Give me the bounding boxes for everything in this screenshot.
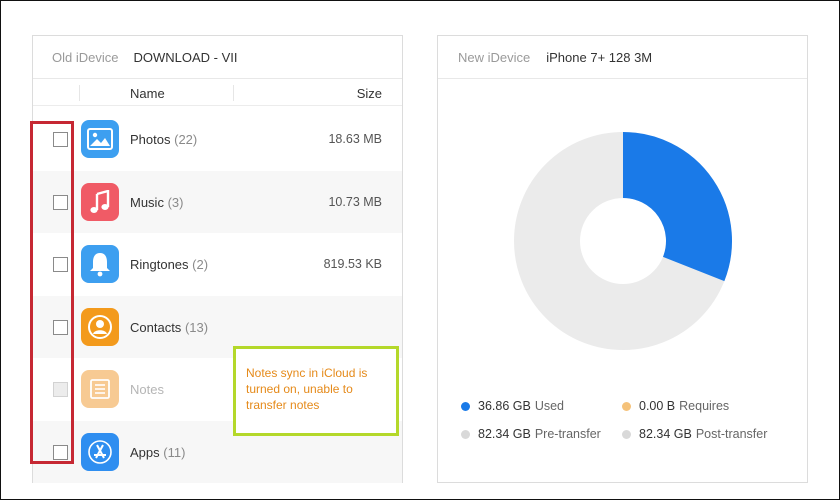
post-transfer-dot-icon (622, 429, 631, 439)
old-device-header: Old iDevice DOWNLOAD - VII (33, 36, 402, 79)
requires-dot-icon (622, 401, 631, 411)
new-device-panel: New iDevice iPhone 7+ 128 3M 36.86 GB Us… (437, 35, 808, 483)
legend-requires: 0.00 B Requires (622, 399, 729, 413)
list-item-photos[interactable]: Photos (22) 18.63 MB (33, 108, 402, 171)
list-item-ringtones[interactable]: Ringtones (2) 819.53 KB (33, 233, 402, 296)
music-label: Music (3) (130, 194, 184, 210)
legend-pre-transfer: 82.34 GB Pre-transfer (461, 427, 601, 441)
pre-transfer-dot-icon (461, 429, 470, 439)
notes-warning-callout: Notes sync in iCloud is turned on, unabl… (233, 346, 399, 436)
legend-used: 36.86 GB Used (461, 399, 564, 413)
size-column-header[interactable]: Size (357, 86, 382, 101)
apps-icon (81, 432, 119, 471)
name-column-header[interactable]: Name (130, 86, 165, 101)
used-dot-icon (461, 401, 470, 411)
requires-value: 0.00 B (639, 399, 676, 413)
checkbox-highlight-box (30, 121, 74, 464)
post-transfer-value: 82.34 GB (639, 427, 692, 441)
new-device-label: New iDevice (458, 49, 531, 65)
photos-size: 18.63 MB (328, 132, 382, 146)
list-item-music[interactable]: Music (3) 10.73 MB (33, 170, 402, 233)
ringtones-label: Ringtones (2) (130, 257, 209, 272)
music-size: 10.73 MB (328, 194, 382, 209)
app-window: Old iDevice DOWNLOAD - VII Name Size Pho… (0, 0, 840, 500)
post-transfer-label: Post-transfer (695, 427, 768, 441)
notes-label: Notes (130, 382, 164, 397)
notes-icon (81, 370, 119, 408)
contacts-icon (81, 307, 119, 346)
photos-label: Photos (22) (130, 132, 198, 147)
old-device-label: Old iDevice (52, 49, 119, 65)
column-divider (79, 85, 80, 101)
column-header: Name Size (33, 79, 402, 106)
ringtones-size: 819.53 KB (323, 257, 382, 271)
column-divider (233, 85, 234, 101)
old-device-name: DOWNLOAD - VII (133, 49, 238, 65)
pre-transfer-label: Pre-transfer (534, 427, 601, 441)
new-device-name: iPhone 7+ 128 3M (546, 49, 653, 65)
music-icon (81, 182, 119, 221)
photos-icon (81, 120, 119, 158)
contacts-label: Contacts (13) (130, 319, 209, 335)
requires-label: Requires (679, 399, 730, 413)
legend-post-transfer: 82.34 GB Post-transfer (622, 427, 767, 441)
new-device-header: New iDevice iPhone 7+ 128 3M (438, 36, 807, 79)
used-value: 36.86 GB (478, 399, 531, 413)
apps-label: Apps (11) (130, 444, 186, 460)
bell-icon (81, 245, 119, 283)
used-label: Used (534, 399, 565, 413)
pre-transfer-value: 82.34 GB (478, 427, 531, 441)
donut-used-segment (621, 132, 732, 282)
storage-donut-chart (513, 131, 733, 351)
